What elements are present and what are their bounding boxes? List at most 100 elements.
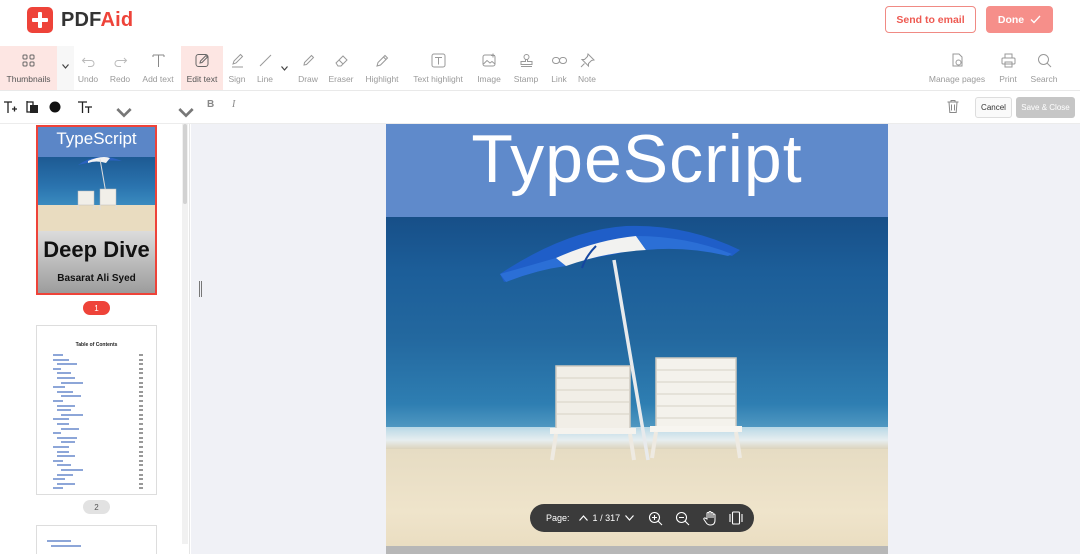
text-size-button[interactable] — [2, 99, 18, 115]
thumbnails-scrollbar[interactable] — [182, 124, 188, 544]
fill-bucket-icon — [26, 101, 38, 113]
thumb-toc-page-num — [139, 482, 143, 485]
image-icon — [482, 53, 495, 67]
page-number-badge-2: 2 — [83, 500, 110, 514]
highlight-button[interactable]: Highlight — [362, 46, 402, 90]
thumb-toc-line — [57, 363, 77, 366]
redo-label: Redo — [109, 74, 131, 84]
thumb-toc-line — [53, 386, 65, 389]
edit-text-button[interactable]: Edit text — [181, 46, 223, 90]
text-color-button[interactable] — [47, 99, 63, 115]
add-text-label: Add text — [142, 74, 174, 84]
thumb-toc-line — [53, 459, 63, 462]
page-navigation-bar: Page: 1 / 317 — [530, 504, 754, 532]
thumb-toc-page-num — [139, 478, 143, 481]
chevron-down-icon — [116, 108, 132, 118]
thumb-toc-page-num — [139, 469, 143, 471]
zoom-in-icon[interactable] — [648, 511, 663, 526]
current-page-value: 1 — [592, 513, 598, 523]
thumb-toc-line — [53, 487, 63, 490]
thumb-toc-line — [57, 455, 75, 458]
eraser-button[interactable]: Eraser — [327, 46, 355, 90]
scrollbar-thumb[interactable] — [183, 124, 187, 204]
text-highlight-button[interactable]: Text highlight — [409, 46, 467, 90]
send-to-email-button[interactable]: Send to email — [885, 6, 976, 33]
done-label: Done — [997, 13, 1025, 26]
thumb-toc-page-num — [139, 423, 143, 425]
thumb-toc-line — [47, 540, 71, 542]
draw-icon — [302, 54, 314, 66]
image-label: Image — [477, 74, 501, 84]
redo-button[interactable]: Redo — [106, 46, 134, 90]
thumb-toc-page-num — [139, 354, 143, 356]
thumb-toc-page-num — [139, 427, 143, 430]
thumb-cover-author: Basarat Ali Syed — [57, 273, 136, 284]
thumb-toc-page-num — [139, 413, 143, 416]
thumb-toc-page-num — [139, 404, 143, 407]
print-button[interactable]: Print — [996, 46, 1020, 90]
link-button[interactable]: Link — [547, 46, 571, 90]
cancel-button[interactable]: Cancel — [975, 97, 1012, 118]
thumbnails-button[interactable]: Thumbnails — [0, 46, 57, 90]
thumb-toc-line — [53, 446, 69, 448]
hand-pan-icon[interactable] — [702, 510, 718, 526]
note-button[interactable]: Note — [575, 46, 599, 90]
panel-resize-handle[interactable] — [199, 281, 202, 297]
thumb-toc-line — [61, 469, 83, 471]
zoom-out-icon[interactable] — [675, 511, 690, 526]
app-header: PDFAid Send to email Done — [0, 0, 1080, 46]
search-label: Search — [1030, 74, 1058, 84]
thumbnails-icon — [22, 54, 35, 67]
thumb-toc-page-num — [139, 400, 143, 402]
thumb-toc-page-num — [139, 377, 143, 379]
note-icon — [580, 52, 595, 68]
font-family-button[interactable] — [77, 99, 93, 115]
font-size-select[interactable] — [170, 99, 194, 118]
add-text-icon — [152, 54, 164, 67]
thumb-toc-line — [61, 427, 79, 430]
thumb-toc-page-num — [139, 436, 143, 439]
add-text-button[interactable]: Add text — [139, 46, 177, 90]
note-label: Note — [578, 74, 596, 84]
pdfaid-logo[interactable]: PDFAid — [27, 7, 133, 33]
undo-button[interactable]: Undo — [74, 46, 102, 90]
search-button[interactable]: Search — [1028, 46, 1060, 90]
previous-page-icon[interactable] — [578, 515, 588, 521]
font-family-select[interactable] — [108, 99, 132, 118]
thumbnails-label: Thumbnails — [6, 74, 51, 84]
next-page-icon[interactable] — [625, 515, 635, 521]
image-button[interactable]: Image — [474, 46, 504, 90]
thumb-toc-page-num — [139, 390, 143, 393]
save-and-close-button[interactable]: Save & Close — [1016, 97, 1075, 118]
delete-button[interactable] — [945, 98, 961, 114]
thumb-toc-page-num — [139, 386, 143, 389]
line-button[interactable]: Line — [254, 46, 276, 90]
thumb-toc-page-num — [139, 367, 143, 370]
thumbnails-dropdown[interactable] — [57, 46, 74, 90]
thumb-toc-line — [57, 436, 77, 439]
page-thumbnail-1[interactable]: TypeScript Deep Dive Basarat Ali Syed — [36, 125, 157, 295]
fit-page-icon[interactable] — [728, 510, 744, 526]
pdf-page-1[interactable]: TypeScript — [386, 124, 888, 554]
stamp-button[interactable]: Stamp — [511, 46, 541, 90]
thumb-toc-page-num — [139, 395, 143, 398]
background-color-button[interactable] — [24, 99, 40, 115]
thumb-toc-line — [51, 545, 81, 547]
bold-button[interactable]: B — [207, 99, 214, 110]
thumb-cover-subtitle: Deep Dive — [43, 237, 150, 262]
thumb-toc-line — [53, 400, 63, 402]
page-counter[interactable]: 1 / 317 — [593, 513, 621, 523]
thumb-chairs-icon — [77, 188, 117, 210]
italic-button[interactable]: I — [232, 99, 235, 110]
thumb-toc-line — [57, 377, 75, 379]
search-icon — [1037, 54, 1051, 68]
sign-button[interactable]: Sign — [226, 46, 248, 90]
page-thumbnail-3[interactable] — [36, 525, 157, 554]
manage-pages-button[interactable]: Manage pages — [925, 46, 989, 90]
line-dropdown-chevron-icon[interactable] — [281, 66, 288, 71]
done-button[interactable]: Done — [986, 6, 1053, 33]
main-toolbar: Thumbnails Undo Redo Add text Edit text … — [0, 46, 1080, 91]
line-icon — [259, 54, 271, 67]
draw-button[interactable]: Draw — [296, 46, 320, 90]
page-thumbnail-2[interactable]: Table of Contents — [36, 325, 157, 495]
